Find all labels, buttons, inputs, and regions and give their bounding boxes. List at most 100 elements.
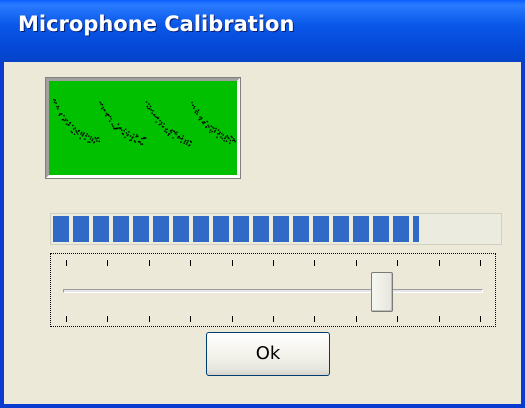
waveform-sample bbox=[72, 124, 74, 127]
sensitivity-slider[interactable] bbox=[50, 253, 496, 327]
waveform-sample bbox=[185, 139, 187, 141]
waveform-sample bbox=[184, 140, 186, 143]
waveform-sample bbox=[164, 130, 166, 132]
waveform-sample bbox=[89, 138, 92, 140]
waveform-sample bbox=[105, 115, 107, 117]
waveform-sample bbox=[91, 139, 93, 142]
waveform-sample bbox=[125, 128, 127, 130]
waveform-sample bbox=[63, 115, 65, 117]
waveform-sample bbox=[223, 140, 225, 142]
waveform-sample bbox=[64, 119, 66, 122]
waveform-sample bbox=[133, 140, 136, 142]
waveform-sample bbox=[201, 121, 204, 123]
waveform-sample bbox=[169, 130, 172, 132]
waveform-sample bbox=[224, 137, 226, 140]
waveform-sample bbox=[211, 130, 213, 133]
waveform-sample bbox=[133, 133, 135, 136]
waveform-sample bbox=[124, 136, 126, 139]
slider-thumb[interactable] bbox=[371, 272, 394, 312]
waveform-sample bbox=[207, 124, 209, 126]
slider-track[interactable] bbox=[63, 289, 483, 293]
waveform-sample bbox=[208, 126, 210, 128]
waveform-sample bbox=[90, 136, 92, 138]
waveform-sample bbox=[167, 134, 169, 136]
waveform-sample bbox=[99, 101, 101, 103]
waveform-sample bbox=[68, 124, 70, 126]
waveform-sample bbox=[176, 131, 178, 134]
waveform-sample bbox=[53, 101, 56, 103]
waveform-sample bbox=[139, 141, 141, 143]
waveform-sample bbox=[97, 137, 100, 139]
slider-tick bbox=[438, 260, 440, 266]
waveform-sample bbox=[79, 137, 81, 140]
waveform-sample bbox=[209, 131, 211, 133]
waveform-sample bbox=[186, 141, 188, 144]
waveform-sample bbox=[219, 131, 221, 133]
waveform-sample bbox=[221, 132, 223, 135]
waveform-sample bbox=[197, 109, 200, 111]
waveform-sample bbox=[221, 137, 224, 140]
calibration-dialog: Microphone Calibration Ok bbox=[0, 0, 525, 408]
waveform-sample bbox=[196, 113, 198, 115]
waveform-sample bbox=[204, 121, 206, 124]
title-bar[interactable]: Microphone Calibration bbox=[0, 0, 525, 62]
waveform-sample bbox=[165, 128, 167, 130]
waveform-sample bbox=[182, 135, 184, 137]
waveform-sample bbox=[189, 144, 191, 146]
slider-tick bbox=[231, 316, 233, 322]
waveform-sample bbox=[166, 128, 168, 131]
waveform-sample bbox=[187, 140, 189, 142]
ok-button[interactable]: Ok bbox=[206, 332, 330, 376]
waveform-sample bbox=[135, 136, 137, 138]
waveform-sample bbox=[193, 107, 195, 109]
waveform-sample bbox=[112, 125, 114, 127]
waveform-sample bbox=[71, 131, 73, 134]
waveform-sample bbox=[81, 135, 84, 137]
waveform-sample bbox=[200, 118, 202, 120]
waveform-sample bbox=[101, 104, 104, 106]
waveform-sample bbox=[108, 114, 110, 117]
waveform-sample bbox=[162, 126, 164, 128]
slider-tick bbox=[314, 260, 316, 266]
waveform-sample bbox=[56, 106, 58, 108]
waveform-sample bbox=[85, 135, 88, 137]
waveform-sample bbox=[140, 143, 142, 145]
waveform-sample bbox=[194, 111, 196, 114]
slider-tick bbox=[438, 316, 440, 322]
waveform-sample bbox=[128, 131, 130, 133]
slider-tick bbox=[66, 260, 67, 266]
waveform-sample bbox=[54, 99, 56, 101]
waveform-sample bbox=[199, 116, 201, 118]
waveform-sample bbox=[100, 103, 102, 105]
waveform-sample bbox=[137, 135, 139, 138]
waveform-sample bbox=[185, 143, 188, 145]
waveform-sample bbox=[213, 131, 216, 133]
waveform-sample bbox=[169, 133, 171, 135]
waveform-sample bbox=[93, 141, 96, 143]
waveform-sample bbox=[76, 131, 78, 134]
waveform-sample bbox=[150, 109, 152, 111]
waveform-sample bbox=[141, 137, 143, 140]
waveform-sample bbox=[190, 141, 192, 143]
waveform-sample bbox=[198, 118, 200, 121]
window-title: Microphone Calibration bbox=[18, 12, 295, 36]
waveform-trace bbox=[53, 98, 236, 147]
waveform-sample bbox=[123, 130, 125, 132]
waveform-sample bbox=[58, 114, 60, 116]
waveform-sample bbox=[86, 133, 88, 135]
waveform-sample bbox=[233, 139, 236, 142]
waveform-sample bbox=[117, 127, 119, 130]
slider-tick bbox=[231, 260, 233, 266]
waveform-sample bbox=[229, 142, 231, 144]
waveform-sample bbox=[109, 120, 111, 122]
waveform-sample bbox=[65, 123, 68, 125]
waveform-sample bbox=[69, 122, 72, 124]
waveform-sample bbox=[172, 137, 174, 139]
waveform-sample bbox=[61, 113, 63, 115]
slider-tick bbox=[148, 260, 150, 266]
waveform-sample bbox=[216, 136, 218, 139]
waveform-sample bbox=[151, 112, 153, 114]
waveform-sample bbox=[78, 129, 80, 132]
waveform-sample bbox=[66, 119, 68, 122]
waveform-sample bbox=[201, 117, 203, 119]
